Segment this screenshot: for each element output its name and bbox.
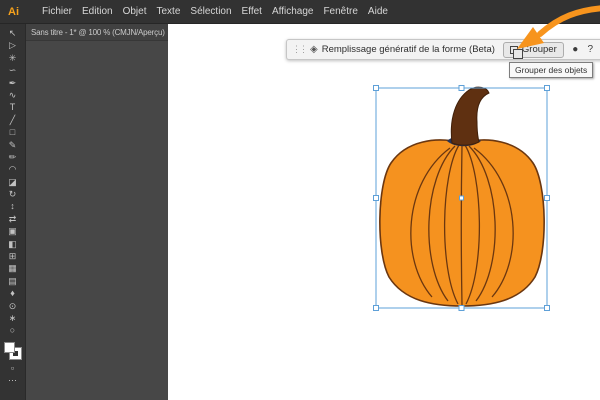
illustrator-logo: Ai — [8, 5, 19, 18]
menu-item-texte[interactable]: Texte — [152, 0, 186, 24]
tab-close-icon[interactable]: × — [165, 27, 168, 38]
contextual-task-bar: ⋮⋮ ◈ Remplissage génératif de la forme (… — [286, 39, 600, 60]
scale-tool-icon[interactable]: ↕ — [0, 200, 26, 212]
group-button-label: Grouper — [521, 44, 557, 55]
menu-items: Fichier Edition Objet Texte Sélection Effet Af… — [37, 0, 393, 24]
zoom-tool-icon[interactable]: ○ — [0, 324, 26, 336]
group-objects-icon — [509, 45, 523, 59]
generative-fill-icon: ◈ — [310, 44, 318, 55]
tooltip: Grouper des objets — [509, 62, 594, 78]
pasteboard[interactable] — [26, 24, 168, 400]
lasso-tool-icon[interactable]: ∽ — [0, 64, 26, 76]
curvature-tool-icon[interactable]: ∿ — [0, 89, 26, 101]
globe-icon[interactable]: ● — [568, 44, 583, 55]
generative-fill-label: Remplissage génératif de la forme (Beta) — [321, 44, 495, 55]
shape-builder-tool-icon[interactable]: ◧ — [0, 238, 26, 250]
toolbar-extra-icons: ▫ ⋯ — [0, 362, 26, 387]
toolbar-more-icon[interactable]: ⋯ — [0, 374, 26, 386]
symbol-sprayer-tool-icon[interactable]: ∗ — [0, 312, 26, 324]
tools-list: ↖ ▷ ✳ ∽ ✒ ∿ T ╱ □ ✎ ✏ ◠ ◪ ↻ ↕ ⇄ ▣ ◧ ⊞ ▦ ▤ ♦ ⊙ ∗ ○ — [0, 27, 26, 337]
pen-tool-icon[interactable]: ✒ — [0, 77, 26, 89]
help-icon[interactable]: ? — [583, 44, 598, 55]
menu-item-affichage[interactable]: Affichage — [267, 0, 319, 24]
document-tab[interactable]: Sans titre - 1* @ 100 % (CMJN/Aperçu) × — [26, 24, 168, 41]
blend-tool-icon[interactable]: ⊙ — [0, 300, 26, 312]
artboard-canvas[interactable] — [168, 24, 600, 400]
free-transform-tool-icon[interactable]: ▣ — [0, 225, 26, 237]
selection-tool-icon[interactable]: ↖ — [0, 27, 26, 39]
eyedropper-tool-icon[interactable]: ♦ — [0, 287, 26, 299]
width-tool-icon[interactable]: ⇄ — [0, 213, 26, 225]
menu-item-effet[interactable]: Effet — [237, 0, 267, 24]
context-trailing-icons: ●?⋯≡ — [568, 44, 600, 55]
menu-bar: Ai Fichier Edition Objet Texte Sélection Effe… — [0, 0, 600, 24]
magic-wand-tool-icon[interactable]: ✳ — [0, 52, 26, 64]
shaper-tool-icon[interactable]: ◠ — [0, 163, 26, 175]
tools-panel: ↖ ▷ ✳ ∽ ✒ ∿ T ╱ □ ✎ ✏ ◠ ◪ ↻ ↕ ⇄ ▣ ◧ ⊞ ▦ ▤ ♦ ⊙ ∗ ○ ▫ ⋯ — [0, 24, 26, 400]
direct-selection-tool-icon[interactable]: ▷ — [0, 39, 26, 51]
rectangle-tool-icon[interactable]: □ — [0, 126, 26, 138]
line-segment-tool-icon[interactable]: ╱ — [0, 114, 26, 126]
rotate-tool-icon[interactable]: ↻ — [0, 188, 26, 200]
pencil-tool-icon[interactable]: ✏ — [0, 151, 26, 163]
perspective-grid-tool-icon[interactable]: ⊞ — [0, 250, 26, 262]
menu-item-objet[interactable]: Objet — [118, 0, 152, 24]
tooltip-text: Grouper des objets — [515, 65, 588, 75]
mesh-tool-icon[interactable]: ▦ — [0, 262, 26, 274]
fill-swatch[interactable] — [4, 341, 15, 353]
drag-handle-icon[interactable]: ⋮⋮ — [292, 44, 308, 55]
gradient-tool-icon[interactable]: ▤ — [0, 275, 26, 287]
menu-item-edition[interactable]: Edition — [77, 0, 118, 24]
paintbrush-tool-icon[interactable]: ✎ — [0, 139, 26, 151]
group-button[interactable]: Grouper — [502, 41, 564, 59]
menu-item-aide[interactable]: Aide — [363, 0, 393, 24]
menu-item-selection[interactable]: Sélection — [185, 0, 236, 24]
fill-stroke-swatches[interactable] — [4, 341, 22, 360]
eraser-tool-icon[interactable]: ◪ — [0, 176, 26, 188]
drawing-mode-icon[interactable]: ▫ — [0, 362, 26, 374]
document-tab-label: Sans titre - 1* @ 100 % (CMJN/Aperçu) — [31, 27, 165, 37]
generative-fill-button[interactable]: ◈ Remplissage génératif de la forme (Bet… — [310, 44, 495, 55]
menu-item-fichier[interactable]: Fichier — [37, 0, 77, 24]
menu-item-fenetre[interactable]: Fenêtre — [318, 0, 362, 24]
type-tool-icon[interactable]: T — [0, 101, 26, 113]
